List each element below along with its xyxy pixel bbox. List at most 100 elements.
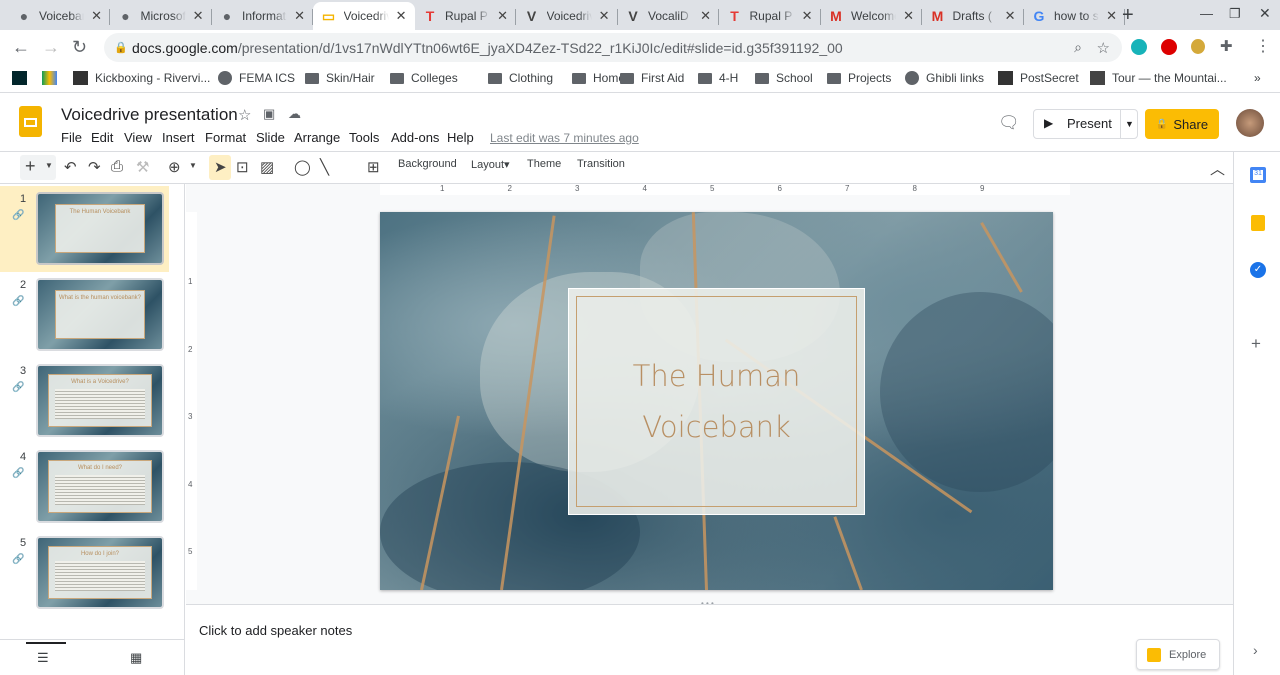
bookmark-item[interactable]: Kickboxing - Rivervi... — [73, 71, 210, 85]
menu-file[interactable]: File — [61, 130, 82, 145]
browser-tab[interactable]: T Rupal P ✕ — [414, 2, 516, 30]
document-title[interactable]: Voicedrive presentation — [61, 105, 238, 125]
new-slide-dropdown-icon[interactable]: ▼ — [45, 161, 53, 170]
browser-tab[interactable]: M Welcome ✕ — [820, 2, 922, 30]
transition-button[interactable]: Transition — [577, 158, 625, 170]
collapse-toolbar-icon[interactable]: ︿ — [1210, 158, 1225, 179]
browser-tab[interactable]: ● Information ✕ — [211, 2, 313, 30]
bookmark-item[interactable]: PostSecret — [998, 71, 1079, 85]
maximize-button[interactable]: ❐ — [1229, 6, 1241, 22]
bookmark-item[interactable]: 4-H — [698, 71, 738, 85]
browser-tab[interactable]: Ghow to s ✕ — [1023, 2, 1125, 30]
tasks-icon[interactable]: ✓ — [1250, 262, 1266, 278]
slide-thumbnail[interactable]: How do I join? — [36, 536, 164, 609]
cloud-status-icon[interactable]: ☁ — [288, 106, 301, 122]
tab-close-icon[interactable]: ✕ — [91, 8, 102, 24]
share-button[interactable]: 🔒 Share — [1145, 109, 1219, 139]
background-button[interactable]: Background — [398, 158, 457, 170]
browser-tab[interactable]: ● Voicebank ✕ — [8, 2, 110, 30]
back-icon[interactable]: ← — [12, 37, 30, 58]
last-edit-link[interactable]: Last edit was 7 minutes ago — [490, 131, 639, 145]
menu-format[interactable]: Format — [205, 130, 246, 145]
current-slide[interactable]: The Human Voicebank — [380, 212, 1053, 590]
forward-icon[interactable]: → — [42, 37, 60, 58]
slide-thumbnail[interactable]: What is a Voicedrive? — [36, 364, 164, 437]
line-icon[interactable]: ╲ — [320, 158, 329, 176]
tab-close-icon[interactable]: ✕ — [802, 8, 813, 24]
bookmark-item[interactable]: Ghibli links — [905, 71, 984, 85]
zoom-icon[interactable]: ⊕ — [168, 158, 181, 176]
shape-icon[interactable]: ◯ — [294, 158, 311, 176]
tab-close-icon[interactable]: ✕ — [193, 8, 204, 24]
theme-button[interactable]: Theme — [527, 158, 561, 170]
menu-add-ons[interactable]: Add-ons — [391, 130, 439, 145]
bookmark-item[interactable] — [42, 71, 57, 85]
tab-close-icon[interactable]: ✕ — [497, 8, 508, 24]
adblock-icon[interactable] — [1161, 39, 1177, 55]
image-icon[interactable]: ▨ — [260, 158, 274, 176]
tab-close-icon[interactable]: ✕ — [599, 8, 610, 24]
browser-tab[interactable]: V Voicedrive ✕ — [516, 2, 618, 30]
tab-close-icon[interactable]: ✕ — [903, 8, 914, 24]
tab-close-icon[interactable]: ✕ — [700, 8, 711, 24]
browser-tab[interactable]: ▭ Voicedrive ✕ — [312, 2, 415, 30]
slide-thumbnail[interactable]: The Human Voicebank — [36, 192, 164, 265]
reload-icon[interactable]: ↻ — [72, 37, 87, 58]
tab-close-icon[interactable]: ✕ — [294, 8, 305, 24]
present-dropdown-icon[interactable]: ▼ — [1120, 110, 1138, 138]
more-bookmarks-button[interactable]: » — [1254, 71, 1261, 85]
minimize-button[interactable]: — — [1200, 6, 1213, 21]
menu-tools[interactable]: Tools — [349, 130, 379, 145]
explore-button[interactable]: Explore — [1136, 639, 1220, 670]
undo-icon[interactable]: ↶ — [64, 158, 77, 176]
select-cursor-icon[interactable]: ➤ — [214, 158, 227, 176]
vertical-ruler[interactable]: 1 2 3 4 5 — [186, 212, 197, 590]
zoom-icon[interactable]: ⌕ — [1074, 39, 1082, 56]
extensions-puzzle-icon[interactable]: ✚ — [1220, 37, 1233, 55]
horizontal-ruler[interactable]: 1 2 3 4 5 6 7 8 9 — [380, 184, 1070, 195]
bookmark-item[interactable]: School — [755, 71, 813, 85]
add-comment-icon[interactable]: ⊞ — [367, 158, 380, 176]
bookmark-item[interactable]: Colleges — [390, 71, 458, 85]
title-placeholder[interactable]: The Human Voicebank — [568, 288, 865, 515]
tab-close-icon[interactable]: ✕ — [1005, 8, 1016, 24]
menu-slide[interactable]: Slide — [256, 130, 285, 145]
menu-help[interactable]: Help — [447, 130, 474, 145]
bookmark-item[interactable]: Skin/Hair — [305, 71, 375, 85]
filmstrip-view-icon[interactable]: ☰ — [37, 650, 49, 666]
slide-thumbnail[interactable]: What do I need? — [36, 450, 164, 523]
bookmark-item[interactable]: Home — [572, 71, 625, 85]
user-avatar[interactable] — [1236, 109, 1264, 137]
paint-format-icon[interactable]: ⚒ — [136, 158, 149, 176]
tab-close-icon[interactable]: ✕ — [396, 8, 407, 24]
browser-tab[interactable]: M Drafts (✕ — [922, 2, 1024, 30]
bookmark-item[interactable]: Projects — [827, 71, 891, 85]
menu-view[interactable]: View — [124, 130, 152, 145]
print-icon[interactable]: ⎙ — [111, 158, 123, 175]
add-addon-icon[interactable]: + — [1251, 334, 1261, 354]
slide-thumbnail[interactable]: What is the human voicebank? — [36, 278, 164, 351]
bookmark-item[interactable]: Clothing — [488, 71, 553, 85]
star-icon[interactable]: ☆ — [238, 106, 251, 124]
close-window-button[interactable]: ✕ — [1259, 5, 1271, 22]
menu-edit[interactable]: Edit — [91, 130, 113, 145]
expand-panel-icon[interactable]: › — [1253, 642, 1258, 658]
bookmark-item[interactable]: Tour — the Mountai... — [1090, 71, 1227, 85]
speaker-notes-placeholder[interactable]: Click to add speaker notes — [199, 623, 352, 638]
slides-logo-icon[interactable] — [19, 106, 42, 137]
present-button[interactable]: ▶ Present ▼ — [1033, 109, 1138, 139]
tab-close-icon[interactable]: ✕ — [1106, 8, 1117, 24]
zoom-dropdown-icon[interactable]: ▼ — [189, 161, 197, 170]
extension-hand-icon[interactable] — [1191, 39, 1205, 54]
menu-insert[interactable]: Insert — [162, 130, 195, 145]
url-input[interactable]: 🔒 docs.google.com/presentation/d/1vs17nW… — [104, 33, 1122, 62]
browser-menu-icon[interactable]: ⋮ — [1255, 36, 1271, 56]
bookmark-star-icon[interactable]: ☆ — [1097, 39, 1110, 57]
redo-icon[interactable]: ↷ — [88, 158, 101, 176]
bookmark-item[interactable] — [12, 71, 27, 85]
new-tab-button[interactable]: + — [1122, 4, 1134, 27]
extension-m-icon[interactable] — [1131, 39, 1147, 55]
browser-tab[interactable]: T Rupal P ✕ — [719, 2, 821, 30]
browser-tab[interactable]: V VocaliD ✕ — [617, 2, 719, 30]
speaker-notes[interactable]: Click to add speaker notes Explore — [186, 604, 1233, 675]
